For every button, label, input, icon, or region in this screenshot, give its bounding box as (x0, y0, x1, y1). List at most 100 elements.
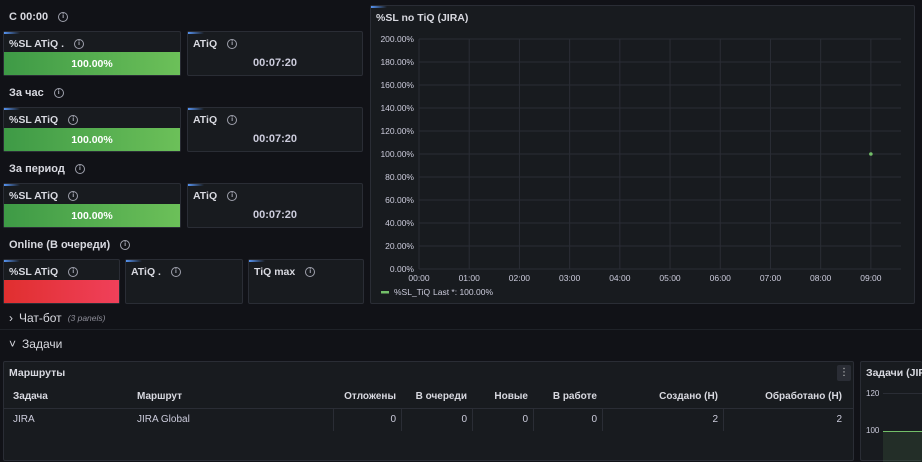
stat-panel-tiq-max[interactable]: TiQ max i (248, 259, 364, 304)
x-tick-label: 06:00 (710, 273, 732, 283)
panel-menu-icon[interactable]: ⋮ (837, 365, 851, 381)
chevron-right-icon: › (9, 311, 13, 325)
y-tick-label: 160.00% (380, 80, 414, 90)
y-tick-label: 140.00% (380, 103, 414, 113)
stat-panel-sl-online[interactable]: %SL ATiQ i (3, 259, 120, 304)
panel-title: ATiQ . (131, 266, 161, 278)
table-cell: 0 (390, 414, 396, 425)
table-cell: 0 (522, 414, 528, 425)
chevron-down-icon: ˅ (9, 337, 17, 351)
y-tick-label: 60.00% (385, 195, 414, 205)
section-title-c0000: С 00:00 i (9, 11, 69, 23)
chart-panel-sl-tiq[interactable]: %SL no TiQ (JIRA) 0.00% 20.00% 40.00% 60.00… (370, 5, 915, 304)
routes-table-panel[interactable]: Маршруты ⋮ Задача Маршрут Отложены В оче… (3, 361, 854, 461)
y-tick-label: 180.00% (380, 57, 414, 67)
info-icon[interactable]: i (68, 115, 79, 125)
y-tick-label: 80.00% (385, 172, 414, 182)
panel-title: ATiQ (193, 38, 218, 50)
info-icon[interactable]: i (74, 39, 85, 49)
row-chatbot[interactable]: › Чат-бот (3 panels) (9, 311, 106, 325)
column-header-task[interactable]: Задача (13, 386, 48, 408)
stat-value: 00:07:20 (252, 133, 298, 145)
info-icon[interactable]: i (305, 267, 316, 277)
column-header-route[interactable]: Маршрут (137, 386, 182, 408)
table-cell: 2 (836, 414, 842, 425)
info-icon[interactable]: i (68, 267, 79, 277)
x-tick-label: 08:00 (810, 273, 832, 283)
y-tick-label: 120.00% (380, 126, 414, 136)
column-header-new[interactable]: Новые (472, 386, 528, 408)
column-header-postponed[interactable]: Отложены (333, 386, 396, 408)
stat-panel-sl-hour[interactable]: %SL ATiQ i 100.00% (3, 107, 181, 152)
table-cell: JIRA (13, 414, 35, 425)
stat-value-bar (4, 280, 119, 303)
y-tick-label: 40.00% (385, 218, 414, 228)
info-icon[interactable]: i (227, 115, 238, 125)
stat-panel-atiq-c0000[interactable]: ATiQ i 00:07:20 (187, 31, 363, 76)
legend-stat: Last *: 100.00% (433, 287, 493, 297)
section-title-online: Online (В очереди) i (9, 239, 131, 251)
panel-title: Задачи (JIRA (866, 367, 922, 379)
column-header-created[interactable]: Создано (Н) (602, 386, 718, 408)
y-tick-label: 20.00% (385, 241, 414, 251)
info-icon[interactable]: i (74, 164, 85, 174)
panel-title: ATiQ (193, 190, 218, 202)
info-icon[interactable]: i (170, 267, 181, 277)
line-chart: 0.00%20.00%40.00%60.00%80.00%100.00%120.… (380, 34, 901, 297)
column-header-in-progress[interactable]: В работе (533, 386, 597, 408)
column-header-in-queue[interactable]: В очереди (401, 386, 467, 408)
section-title-period: За период i (9, 163, 85, 175)
x-tick-label: 01:00 (459, 273, 481, 283)
table-row[interactable]: JIRA JIRA Global 0 0 0 0 2 2 (4, 409, 853, 431)
stat-value: 00:07:20 (252, 209, 298, 221)
x-tick-label: 00:00 (408, 273, 430, 283)
table-cell: 2 (712, 414, 718, 425)
x-tick-label: 07:00 (760, 273, 782, 283)
panel-title: TiQ max (254, 266, 296, 278)
column-header-processed[interactable]: Обработано (Н) (723, 386, 842, 408)
table-cell: 0 (461, 414, 467, 425)
stat-value-bar: 100.00% (4, 128, 180, 151)
panel-title: Маршруты (9, 367, 66, 379)
y-tick-label: 200.00% (380, 34, 414, 44)
row-label: Задачи (22, 337, 63, 351)
stat-value: 00:07:20 (252, 57, 298, 69)
panel-title: %SL ATiQ . (9, 38, 65, 50)
info-icon[interactable]: i (53, 88, 64, 98)
table-header: Задача Маршрут Отложены В очереди Новые … (4, 386, 853, 409)
stat-value-bar: 100.00% (4, 52, 180, 75)
y-tick-label: 120 (866, 389, 880, 398)
stat-panel-atiq-hour[interactable]: ATiQ i 00:07:20 (187, 107, 363, 152)
x-tick-label: 02:00 (509, 273, 531, 283)
legend-label[interactable]: %SL_TiQ (394, 287, 430, 297)
info-icon[interactable]: i (227, 191, 238, 201)
panel-title: %SL ATiQ (9, 190, 59, 202)
info-icon[interactable]: i (58, 12, 69, 22)
stat-panel-sl-period[interactable]: %SL ATiQ i 100.00% (3, 183, 181, 228)
row-panel-count: (3 panels) (67, 313, 106, 323)
x-tick-label: 09:00 (860, 273, 882, 283)
stat-panel-atiq-online[interactable]: ATiQ . i (125, 259, 243, 304)
info-icon[interactable]: i (68, 191, 79, 201)
data-point[interactable] (869, 152, 873, 156)
legend-swatch (381, 291, 389, 294)
section-title-hour: За час i (9, 87, 64, 99)
y-tick-label: 100.00% (380, 149, 414, 159)
x-tick-label: 05:00 (659, 273, 681, 283)
row-tasks[interactable]: ˅ Задачи (9, 337, 62, 351)
x-tick-label: 04:00 (609, 273, 631, 283)
table-cell: JIRA Global (137, 414, 190, 425)
panel-title: %SL ATiQ (9, 114, 59, 126)
stat-panel-atiq-period[interactable]: ATiQ i 00:07:20 (187, 183, 363, 228)
info-icon[interactable]: i (227, 39, 238, 49)
x-tick-label: 03:00 (559, 273, 581, 283)
table-cell: 0 (591, 414, 597, 425)
y-tick-label: 100 (866, 426, 880, 435)
info-icon[interactable]: i (120, 240, 131, 250)
panel-title: %SL ATiQ (9, 266, 59, 278)
panel-title: ATiQ (193, 114, 218, 126)
stat-value-bar: 100.00% (4, 204, 180, 227)
row-label: Чат-бот (19, 311, 62, 325)
stat-panel-sl-c0000[interactable]: %SL ATiQ . i 100.00% (3, 31, 181, 76)
tasks-chart-panel[interactable]: Задачи (JIRA 120 100 (860, 361, 922, 462)
